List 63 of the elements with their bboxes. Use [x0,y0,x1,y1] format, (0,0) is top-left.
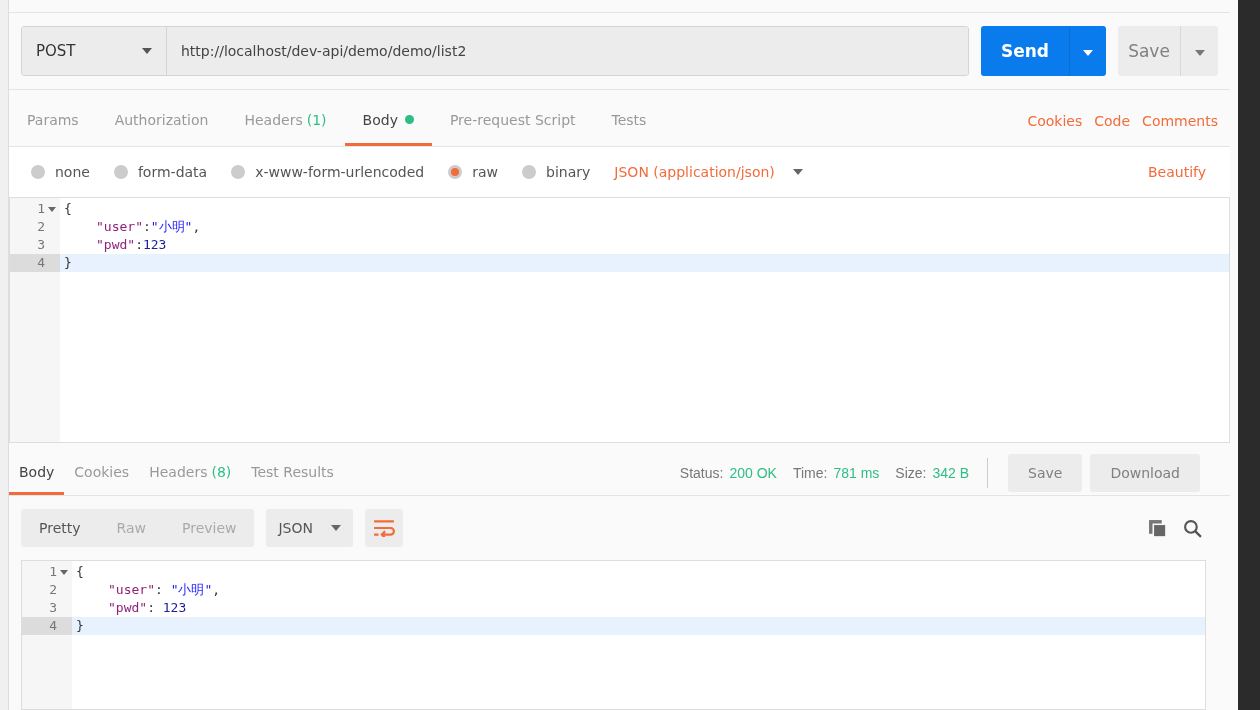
method-dropdown[interactable]: POST [22,27,167,75]
stat-label: Status: [679,465,724,481]
code-line: { [76,564,84,579]
stat-value: 781 ms [833,465,880,481]
line-number: 3 [36,236,46,254]
stat-label: Size: [895,465,927,481]
wrap-lines-button[interactable] [365,509,403,547]
status-dot [404,115,414,124]
link[interactable]: Comments [1142,113,1218,129]
response-button[interactable]: Download [1090,454,1200,492]
format-dropdown[interactable]: JSON [266,509,353,547]
beautify-link[interactable]: Beautify [1147,164,1206,180]
link[interactable]: Code [1094,113,1131,129]
code-line: "user": "小明", [108,582,221,597]
link[interactable]: Cookies [1027,113,1083,129]
line-number: 1 [10,200,60,218]
line-number: 1 [22,563,72,581]
request-tab[interactable]: Pre-request Script [431,96,594,146]
copy-icon[interactable] [1148,518,1167,538]
body-type-radio[interactable]: binary [522,164,591,180]
request-tab[interactable]: Tests [593,96,665,146]
line-number: 2 [36,218,46,236]
caret-icon [1194,49,1205,56]
line-number: 2 [48,581,58,599]
line-number: 3 [48,599,58,617]
code-line: "user":"小明", [96,219,201,234]
fold-arrow-icon[interactable] [60,569,68,575]
url-field[interactable]: http://localhost/dev-api/demo/demo/list2 [167,27,968,75]
response-tab[interactable]: Cookies [64,451,140,495]
request-tab[interactable]: Authorization [96,96,227,146]
body-type-radio[interactable]: raw [448,164,499,180]
caret-icon [142,48,152,54]
body-type-radio[interactable]: x-www-form-urlencoded [231,164,425,180]
search-icon[interactable] [1183,518,1202,538]
code-line: "pwd": 123 [108,600,187,615]
caret-icon [792,169,803,175]
response-tab[interactable]: Test Results [241,451,344,495]
body-type-radio[interactable]: form-data [113,164,208,180]
response-button[interactable]: Save [1008,454,1083,492]
line-number: 4 [22,617,72,635]
view-mode-tab[interactable]: Preview [164,509,255,547]
caret-icon [1083,49,1093,56]
response-tab[interactable]: Body [9,451,65,495]
stat-label: Time: [792,465,828,481]
view-mode-tab[interactable]: Raw [98,509,164,547]
fold-arrow-icon[interactable] [48,206,56,212]
line-number: 4 [10,254,60,272]
code-line: { [64,201,72,216]
code-line: "pwd":123 [96,237,167,252]
send-button[interactable]: Send [981,26,1069,76]
save-button[interactable]: Save [1118,26,1180,76]
response-tab[interactable]: Headers (8) [139,451,242,495]
request-tab[interactable]: Params [9,96,97,146]
body-type-radio[interactable]: none [31,164,90,180]
code-line: } [76,618,84,633]
stat-value: 200 OK [729,465,777,481]
caret-icon [331,525,341,531]
wrap-lines-icon [373,519,395,537]
content-type-dropdown[interactable]: JSON (application/json) [614,164,803,180]
view-mode-tab[interactable]: Pretty [21,509,99,547]
code-line: } [64,255,72,270]
stat-value: 342 B [932,465,970,481]
request-tab[interactable]: Headers (1) [226,96,345,146]
